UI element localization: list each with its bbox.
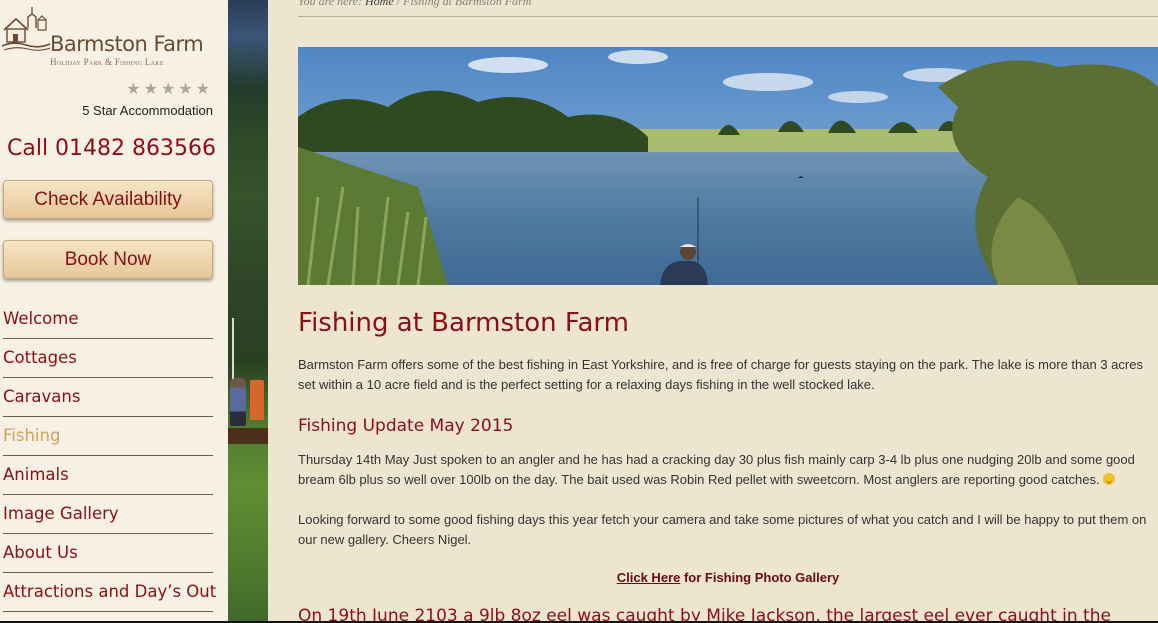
star-icon: ★ — [195, 81, 213, 98]
star-icon: ★ — [126, 81, 144, 98]
star-icon: ★ — [160, 81, 179, 98]
breadcrumb-prefix: You are here: — [298, 0, 365, 8]
phone-number[interactable]: Call 01482 863566 — [7, 136, 216, 161]
smiley-icon — [1102, 473, 1115, 485]
star-icon: ★ — [143, 81, 161, 98]
nav-item-about-us[interactable]: About Us — [3, 534, 213, 573]
main-nav: Welcome Cottages Caravans Fishing Animal… — [3, 300, 216, 612]
star-icon: ★ — [178, 81, 196, 98]
logo-tagline: Holiday Park & Fishing Lake — [50, 57, 164, 67]
nav-item-caravans[interactable]: Caravans — [3, 378, 213, 417]
nav-item-image-gallery[interactable]: Image Gallery — [3, 495, 213, 534]
logo-name: Barmston Farm — [50, 32, 204, 56]
update-paragraph: Thursday 14th May Just spoken to an angl… — [298, 450, 1158, 490]
page-title: Fishing at Barmston Farm — [298, 308, 629, 338]
gallery-link-suffix: for Fishing Photo Gallery — [680, 570, 840, 585]
site-logo[interactable]: Barmston Farm Holiday Park & Fishing Lak… — [2, 4, 217, 70]
intro-paragraph: Barmston Farm offers some of the best fi… — [298, 357, 1143, 392]
star-rating: ★★★★★ — [126, 79, 213, 99]
seated-person — [230, 378, 246, 426]
nav-item-cottages[interactable]: Cottages — [3, 339, 213, 378]
gallery-link-line: Click Here for Fishing Photo Gallery — [298, 570, 1158, 585]
book-now-button[interactable]: Book Now — [3, 240, 213, 279]
lake-hero-image — [298, 47, 1158, 285]
nav-item-welcome[interactable]: Welcome — [3, 300, 213, 339]
farm-logo-icon — [2, 7, 51, 51]
nav-item-fishing[interactable]: Fishing — [3, 417, 213, 456]
breadcrumb-separator: / — [393, 0, 404, 8]
rating-label: 5 Star Accommodation — [82, 103, 213, 118]
click-here-link[interactable]: Click Here — [617, 570, 681, 585]
update-text: Thursday 14th May Just spoken to an angl… — [298, 452, 1135, 487]
update-heading: Fishing Update May 2015 — [298, 416, 514, 436]
breadcrumb-divider — [298, 16, 1158, 17]
nav-item-attractions[interactable]: Attractions and Day’s Out — [3, 573, 216, 612]
breadcrumb-home-link[interactable]: Home — [365, 0, 394, 8]
nav-item-animals[interactable]: Animals — [3, 456, 213, 495]
picnic-table — [228, 428, 268, 444]
sidebar: Barmston Farm Holiday Park & Fishing Lak… — [0, 0, 228, 623]
main-content: You are here: Home / Fishing at Barmston… — [298, 0, 1158, 623]
breadcrumb-current: Fishing at Barmston Farm — [403, 0, 532, 8]
check-availability-button[interactable]: Check Availability — [3, 180, 213, 219]
orange-chair — [250, 380, 264, 420]
gallery-paragraph: Looking forward to some good fishing day… — [298, 512, 1147, 547]
breadcrumb: You are here: Home / Fishing at Barmston… — [298, 0, 531, 9]
background-photo — [228, 0, 268, 623]
